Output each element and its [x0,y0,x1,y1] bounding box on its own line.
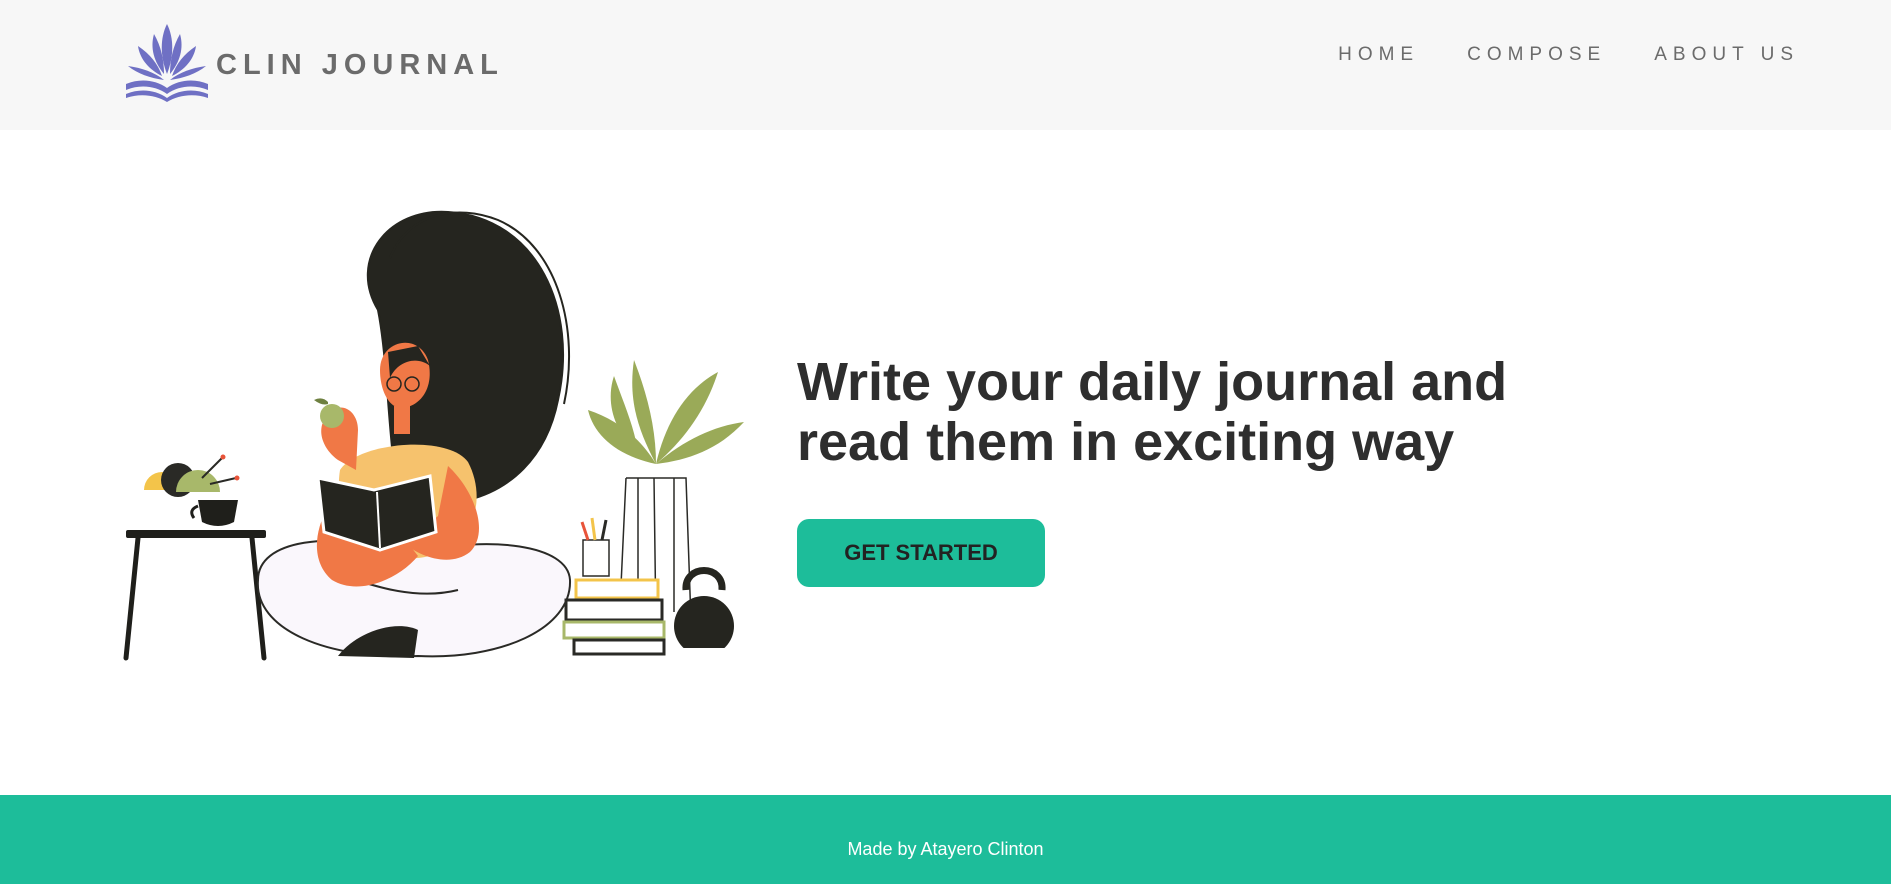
side-table [123,454,267,661]
site-footer: Made by Atayero Clinton [0,795,1891,884]
nav-home[interactable]: HOME [1338,44,1419,66]
get-started-button[interactable]: GET STARTED [797,519,1045,587]
plant-leaves [588,360,744,464]
brand-name: CLIN JOURNAL [216,48,504,81]
site-header: CLIN JOURNAL HOME COMPOSE ABOUT US [0,0,1891,130]
brand-logo[interactable]: CLIN JOURNAL [124,22,504,102]
hero-headline: Write your daily journal and read them i… [797,352,1508,472]
main-nav: HOME COMPOSE ABOUT US [1338,44,1799,66]
lotus-book-icon [126,24,208,102]
footer-credit: Made by Atayero Clinton [847,839,1044,859]
nav-about-us[interactable]: ABOUT US [1654,44,1799,66]
nav-compose[interactable]: COMPOSE [1467,44,1606,66]
woman-reading-book-illustration [123,210,744,661]
